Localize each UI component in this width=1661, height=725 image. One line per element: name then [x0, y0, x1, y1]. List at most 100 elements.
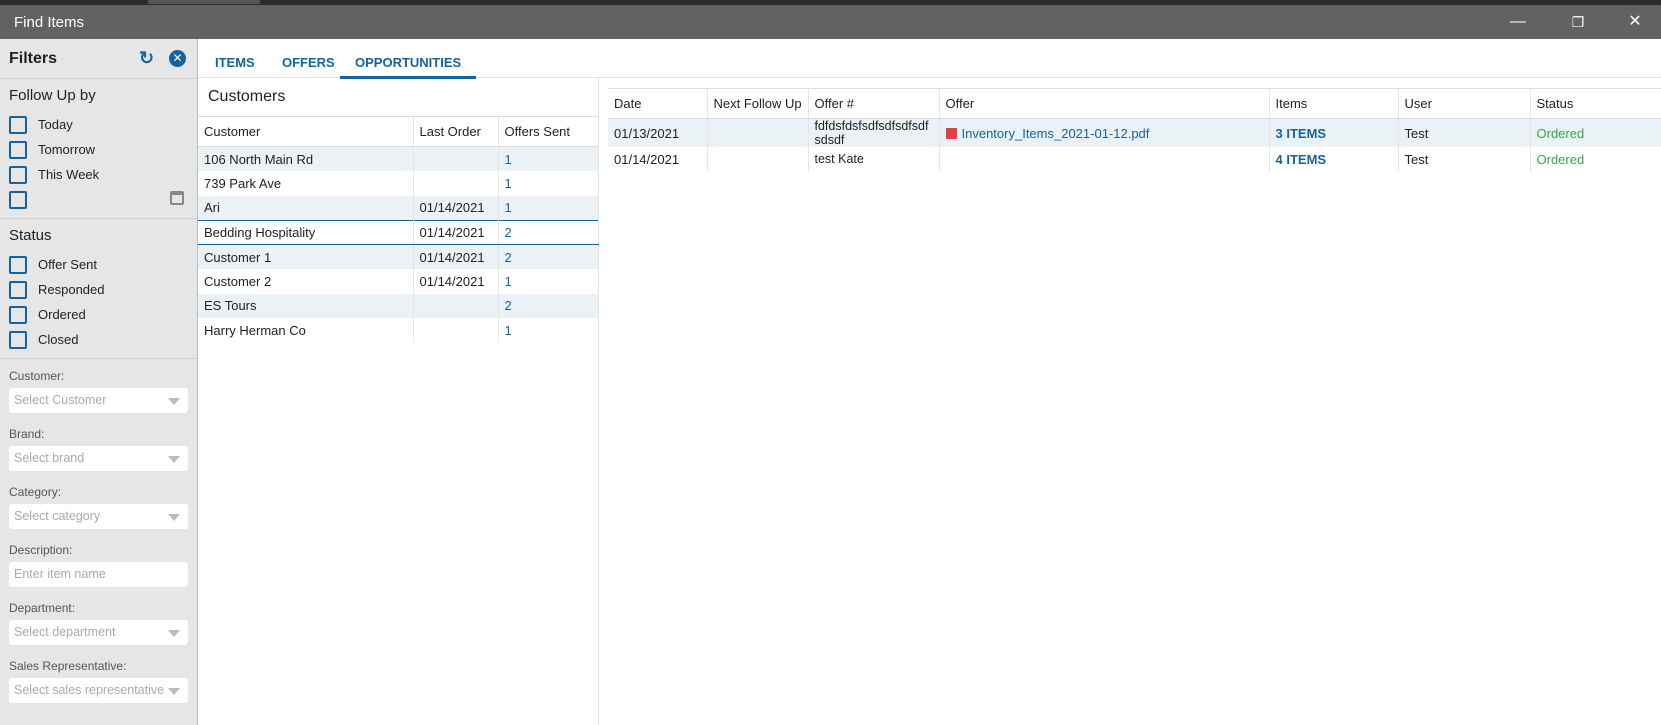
- customer-row[interactable]: ES Tours 2: [198, 293, 599, 318]
- offer-file-link[interactable]: Inventory_Items_2021-01-12.pdf: [962, 126, 1150, 141]
- cell-date: 01/14/2021: [608, 147, 708, 172]
- description-input[interactable]: Enter item name: [9, 562, 188, 587]
- customer-row[interactable]: 106 North Main Rd 1: [198, 146, 599, 171]
- checkbox-label: Offer Sent: [38, 257, 98, 272]
- checkbox-box[interactable]: [9, 190, 27, 209]
- checkbox-custom-date[interactable]: [9, 187, 188, 212]
- brand-select[interactable]: Select brand: [9, 446, 188, 471]
- offers-table: Date Next Follow Up Offer # Offer Items …: [608, 88, 1661, 172]
- department-label: Department:: [9, 601, 76, 615]
- customer-row[interactable]: Ari 01/14/2021 1: [198, 195, 599, 220]
- checkbox-today[interactable]: Today: [9, 112, 188, 137]
- checkbox-label: Closed: [38, 332, 79, 347]
- customers-table: Customer Last Order Offers Sent 106 Nort…: [198, 116, 599, 343]
- cell-name: Customer 2: [198, 269, 414, 294]
- customer-select[interactable]: Select Customer: [9, 388, 188, 413]
- taskbar-tab: [148, 0, 260, 4]
- offer-row[interactable]: 01/13/2021 fdfdsfdsfsdfsdfsdfsdfsdsdf Inve…: [608, 118, 1661, 147]
- offer-row[interactable]: 01/14/2021 test Kate 4 ITEMS Test Ordered: [608, 147, 1661, 172]
- checkbox-box[interactable]: [9, 165, 27, 184]
- column-header-date[interactable]: Date: [608, 88, 708, 119]
- filters-title: Filters: [9, 50, 58, 67]
- tab-opportunities[interactable]: OPPORTUNITIES: [340, 55, 477, 79]
- minimize-button[interactable]: —: [1498, 11, 1538, 33]
- description-label: Description:: [9, 543, 73, 557]
- cell-next-follow-up: [707, 118, 809, 147]
- checkbox-offer-sent[interactable]: Offer Sent: [9, 252, 188, 277]
- refresh-icon[interactable]: ↻: [139, 48, 154, 69]
- cell-items[interactable]: 4 ITEMS: [1269, 147, 1399, 172]
- cell-offer[interactable]: [939, 147, 1270, 172]
- column-header-next-follow-up[interactable]: Next Follow Up: [707, 88, 809, 119]
- clear-filters-icon[interactable]: ✕: [169, 50, 186, 67]
- category-select[interactable]: Select category: [9, 504, 188, 529]
- cell-last-order: [413, 293, 499, 318]
- title-bar: Find Items — ❐ ✕: [0, 5, 1661, 39]
- cell-offers-sent[interactable]: 1: [498, 171, 599, 196]
- checkbox-box[interactable]: [9, 255, 27, 274]
- cell-offers-sent[interactable]: 1: [498, 269, 599, 294]
- customer-row[interactable]: Customer 2 01/14/2021 1: [198, 269, 599, 294]
- column-header-customer[interactable]: Customer: [198, 116, 414, 147]
- column-header-last-order[interactable]: Last Order: [413, 116, 499, 147]
- checkbox-box[interactable]: [9, 280, 27, 299]
- tab-items[interactable]: ITEMS: [215, 55, 255, 70]
- customer-row[interactable]: Customer 1 01/14/2021 2: [198, 244, 599, 269]
- checkbox-ordered[interactable]: Ordered: [9, 302, 188, 327]
- cell-name: ES Tours: [198, 293, 414, 318]
- column-header-offers-sent[interactable]: Offers Sent: [498, 116, 599, 147]
- cell-last-order: 01/14/2021: [413, 195, 499, 220]
- dropdown-arrow-icon: [168, 630, 180, 637]
- placeholder: Select category: [14, 509, 101, 523]
- status-heading: Status: [9, 227, 52, 244]
- cell-name: 106 North Main Rd: [198, 146, 414, 171]
- follow-up-heading: Follow Up by: [9, 87, 96, 104]
- restore-button[interactable]: ❐: [1558, 11, 1598, 33]
- cell-name: Bedding Hospitality: [198, 219, 414, 245]
- checkbox-responded[interactable]: Responded: [9, 277, 188, 302]
- cell-offer-number: fdfdsfdsfsdfsdfsdfsdfsdsdf: [808, 118, 940, 147]
- calendar-icon[interactable]: [170, 191, 184, 205]
- checkbox-tomorrow[interactable]: Tomorrow: [9, 137, 188, 162]
- placeholder: Enter item name: [14, 567, 106, 581]
- cell-offers-sent[interactable]: 2: [498, 219, 599, 245]
- cell-date: 01/13/2021: [608, 118, 708, 147]
- cell-offers-sent[interactable]: 1: [498, 318, 599, 343]
- window-title: Find Items: [14, 14, 85, 31]
- close-button[interactable]: ✕: [1615, 11, 1655, 33]
- cell-offer[interactable]: Inventory_Items_2021-01-12.pdf: [939, 118, 1270, 147]
- department-select[interactable]: Select department: [9, 620, 188, 645]
- checkbox-label: Today: [38, 117, 73, 132]
- cell-offers-sent[interactable]: 1: [498, 195, 599, 220]
- column-header-user[interactable]: User: [1398, 88, 1531, 119]
- checkbox-closed[interactable]: Closed: [9, 327, 188, 352]
- sales-rep-select[interactable]: Select sales representative: [9, 678, 188, 703]
- checkbox-box[interactable]: [9, 330, 27, 349]
- cell-offers-sent[interactable]: 2: [498, 293, 599, 318]
- tab-offers[interactable]: OFFERS: [282, 55, 335, 70]
- cell-status: Ordered: [1530, 147, 1661, 172]
- customer-row[interactable]: Bedding Hospitality 01/14/2021 2: [198, 219, 599, 245]
- checkbox-box[interactable]: [9, 115, 27, 134]
- column-header-offer[interactable]: Offer: [939, 88, 1270, 119]
- cell-offers-sent[interactable]: 2: [498, 244, 599, 269]
- customer-label: Customer:: [9, 369, 65, 383]
- checkbox-this-week[interactable]: This Week: [9, 162, 188, 187]
- dropdown-arrow-icon: [168, 514, 180, 521]
- column-header-status[interactable]: Status: [1530, 88, 1661, 119]
- checkbox-box[interactable]: [9, 140, 27, 159]
- cell-offers-sent[interactable]: 1: [498, 146, 599, 171]
- cell-last-order: [413, 318, 499, 343]
- column-header-items[interactable]: Items: [1269, 88, 1399, 119]
- placeholder: Select brand: [14, 451, 85, 465]
- placeholder: Select sales representative: [14, 683, 165, 697]
- column-header-offer-number[interactable]: Offer #: [808, 88, 940, 119]
- checkbox-box[interactable]: [9, 305, 27, 324]
- checkbox-label: Ordered: [38, 307, 86, 322]
- cell-name: Ari: [198, 195, 414, 220]
- cell-offer-number: test Kate: [808, 147, 940, 172]
- cell-items[interactable]: 3 ITEMS: [1269, 118, 1399, 147]
- cell-user: Test: [1398, 147, 1531, 172]
- customer-row[interactable]: 739 Park Ave 1: [198, 171, 599, 196]
- customer-row[interactable]: Harry Herman Co 1: [198, 318, 599, 343]
